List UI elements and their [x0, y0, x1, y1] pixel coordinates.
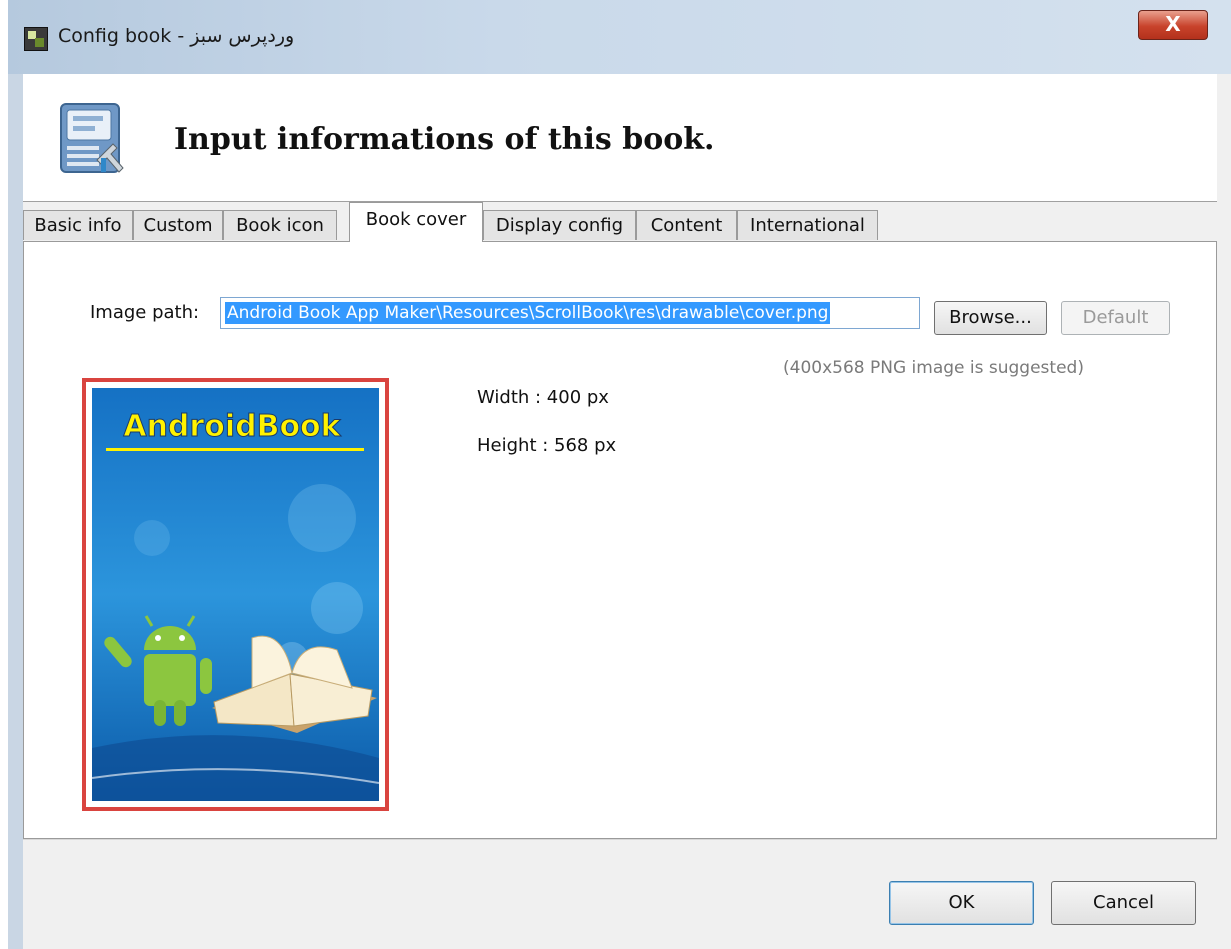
window-title: Config book - وردپرس سبز: [58, 25, 295, 47]
image-height-text: Height : 568 px: [477, 435, 617, 456]
cancel-button[interactable]: Cancel: [1051, 881, 1196, 925]
image-width-text: Width : 400 px: [477, 387, 609, 408]
tab-custom[interactable]: Custom: [133, 210, 223, 240]
tab-content[interactable]: Content: [636, 210, 737, 240]
tab-display-config[interactable]: Display config: [483, 210, 636, 240]
page-title: Input informations of this book.: [174, 122, 715, 157]
image-path-label: Image path:: [90, 302, 200, 323]
book-app-icon: [24, 27, 48, 51]
footer-divider: [23, 839, 1217, 840]
dialog-window: Config book - وردپرس سبز X Input informa…: [8, 0, 1231, 949]
book-settings-icon: [60, 103, 124, 173]
title-bar[interactable]: Config book - وردپرس سبز X: [8, 0, 1231, 74]
close-button[interactable]: X: [1138, 10, 1208, 40]
tab-basic-info[interactable]: Basic info: [23, 210, 133, 240]
tab-book-icon[interactable]: Book icon: [223, 210, 337, 240]
image-path-value: Android Book App Maker\Resources\ScrollB…: [225, 302, 831, 324]
tab-international[interactable]: International: [737, 210, 878, 240]
dialog-header: Input informations of this book.: [23, 74, 1217, 202]
ok-button[interactable]: OK: [889, 881, 1034, 925]
tab-book-cover[interactable]: Book cover: [349, 202, 483, 242]
dialog-client: Input informations of this book. Basic i…: [23, 74, 1231, 949]
cover-image: AndroidBook: [92, 388, 379, 801]
image-path-input[interactable]: Android Book App Maker\Resources\ScrollB…: [220, 297, 920, 329]
cover-title: AndroidBook: [123, 409, 341, 444]
browse-button[interactable]: Browse...: [934, 301, 1047, 335]
image-size-hint: (400x568 PNG image is suggested): [783, 358, 1084, 378]
default-button[interactable]: Default: [1061, 301, 1170, 335]
cover-preview: AndroidBook: [82, 378, 389, 811]
